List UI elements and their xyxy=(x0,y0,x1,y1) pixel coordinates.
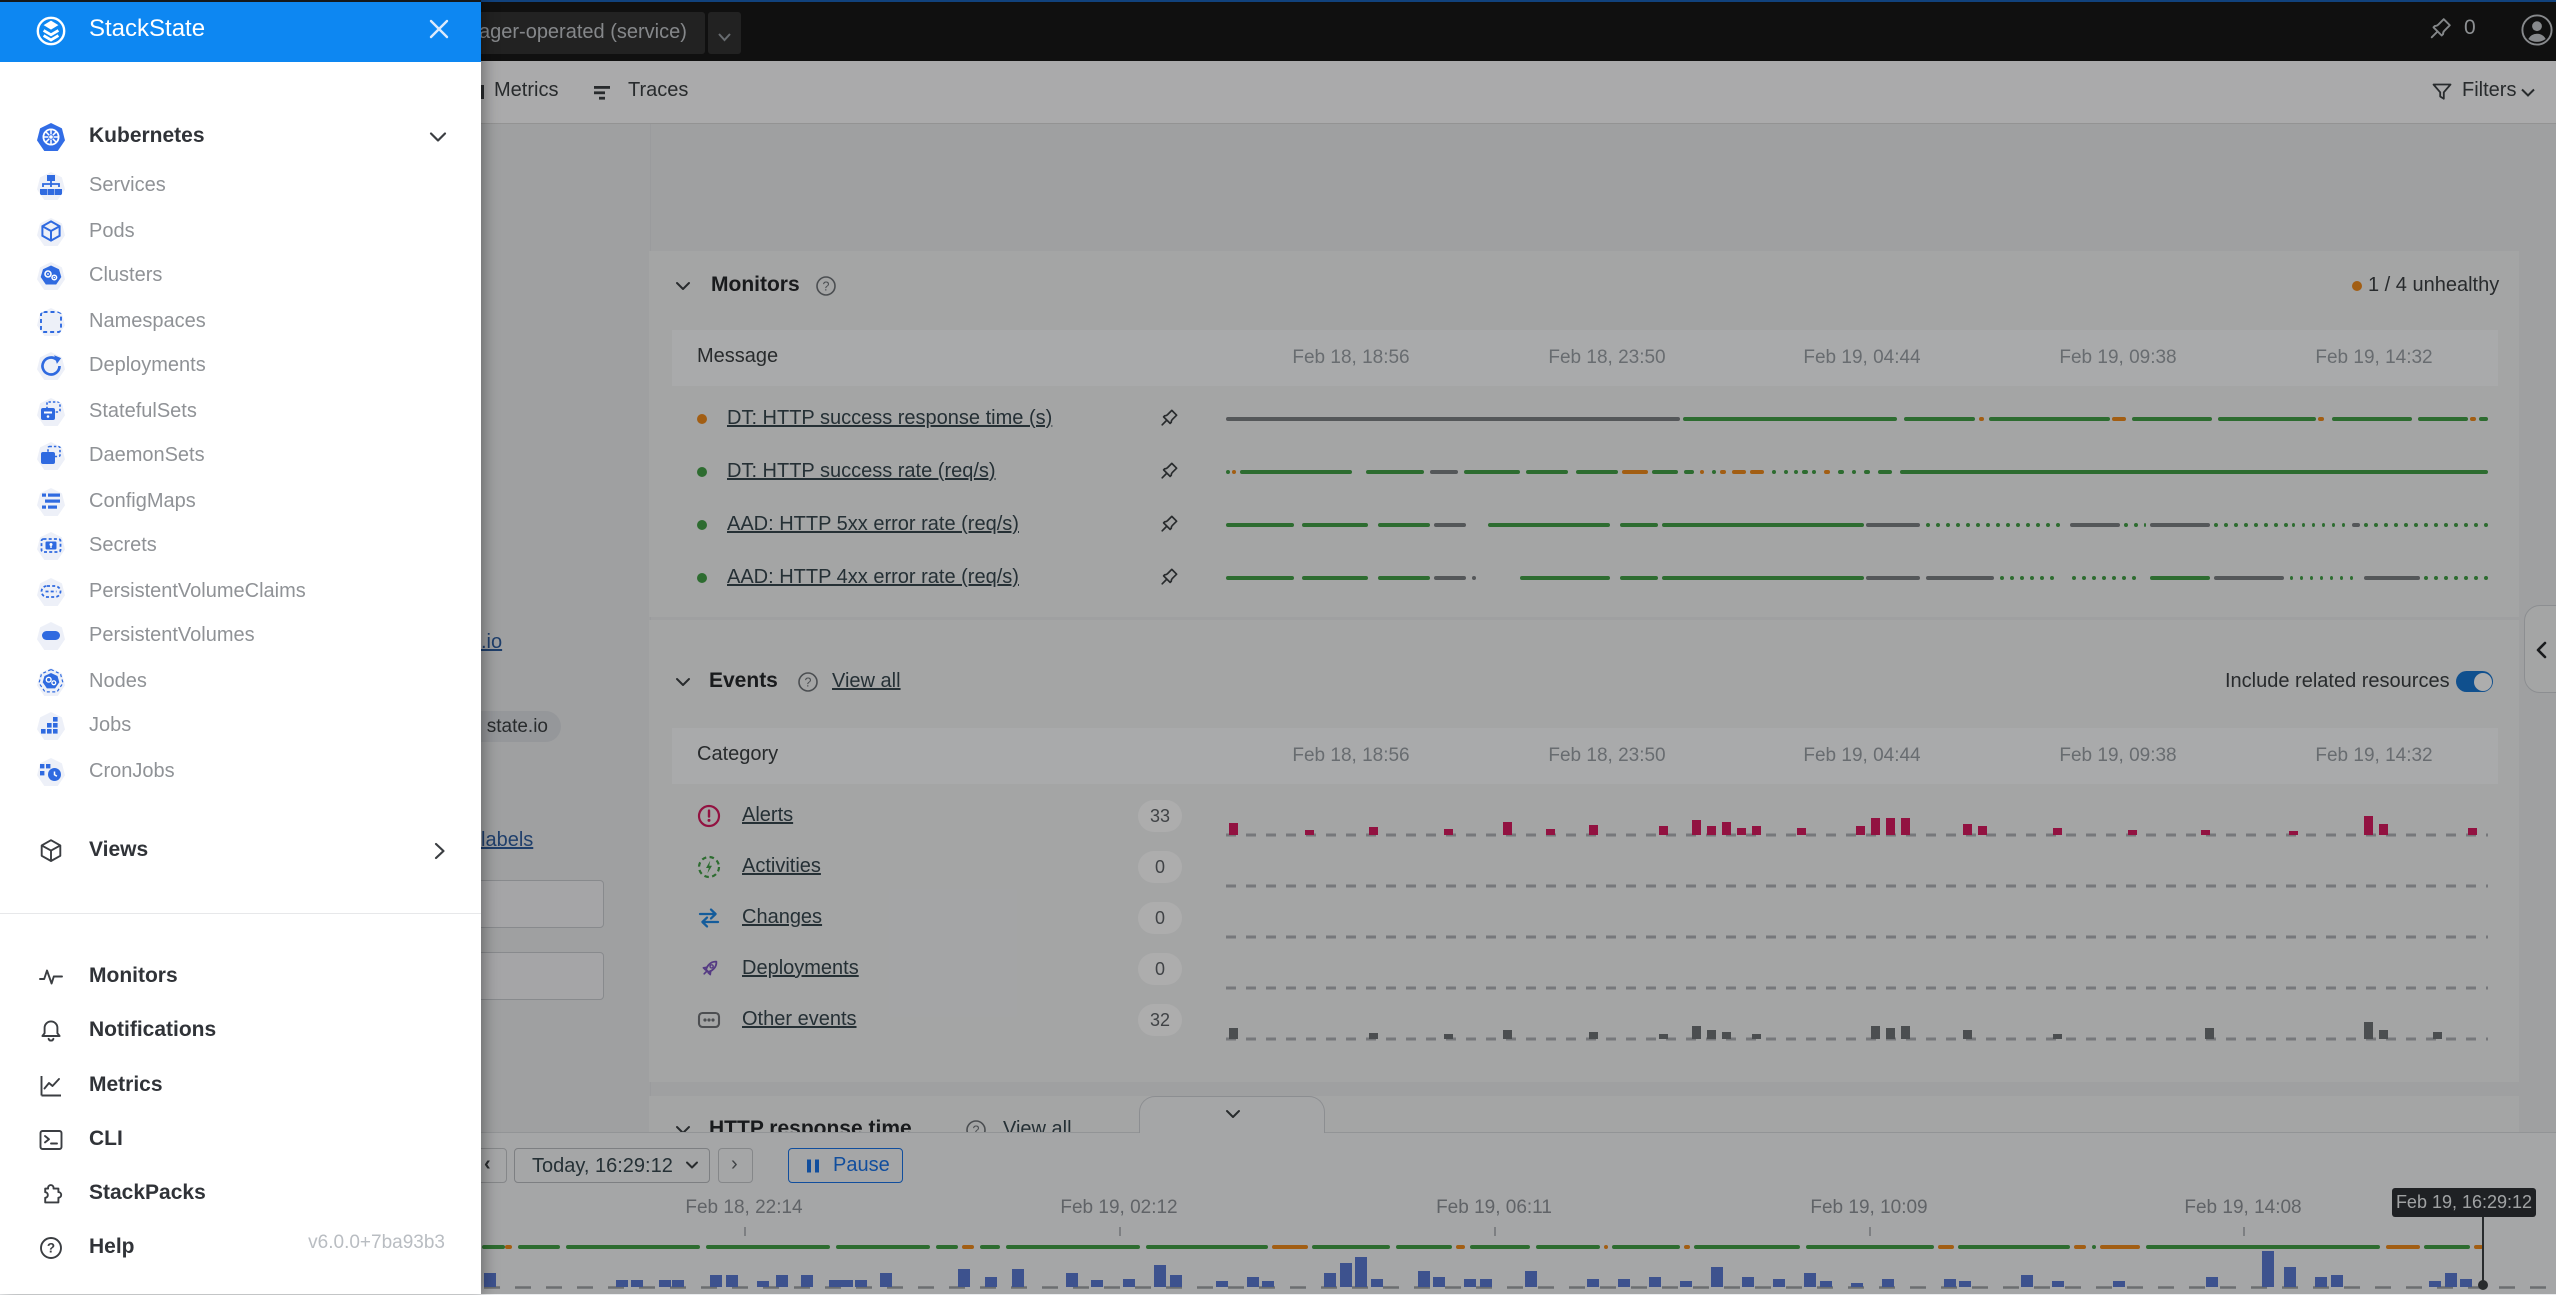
svg-text:?: ? xyxy=(47,1241,55,1256)
